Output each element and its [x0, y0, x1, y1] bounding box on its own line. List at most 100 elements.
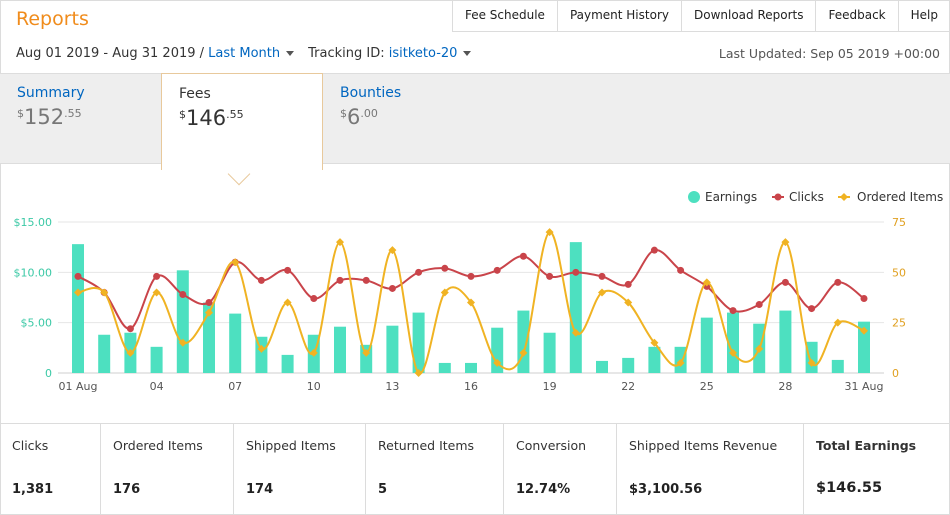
y-left-tick-label: 0 [45, 367, 52, 380]
clicks-line [77, 249, 865, 330]
stat-shipped-items-label: Shipped Items [246, 438, 336, 453]
x-tick-label: 25 [700, 380, 714, 393]
nav-help[interactable]: Help [899, 0, 950, 31]
clicks-point [467, 272, 475, 280]
legend-earnings-label: Earnings [705, 190, 757, 204]
legend-earnings-marker [688, 191, 700, 203]
clicks-point [257, 276, 265, 284]
tab-fees-currency: $ [179, 108, 186, 121]
stat-returned-items-label: Returned Items [378, 438, 475, 453]
clicks-point [310, 295, 318, 303]
tab-fees-amount: $146.55 [179, 106, 322, 130]
tab-fees-label: Fees [179, 86, 211, 102]
date-range-text: Aug 01 2019 - Aug 31 2019 / [16, 46, 205, 61]
earnings-bar [176, 270, 189, 373]
tab-fees[interactable]: Fees $146.55 [161, 73, 323, 170]
clicks-point [834, 278, 842, 286]
clicks-point [126, 325, 134, 333]
clicks-point [860, 295, 868, 303]
earnings-bar [386, 325, 399, 373]
x-tick-label: 19 [543, 380, 557, 393]
report-filters: Aug 01 2019 - Aug 31 2019 / Last Month T… [16, 46, 472, 61]
stat-clicks-label: Clicks [12, 438, 49, 453]
clicks-point [362, 276, 370, 284]
stat-clicks-value: 1,381 [12, 482, 54, 497]
clicks-point [153, 272, 161, 280]
top-nav: Fee Schedule Payment History Download Re… [451, 0, 950, 32]
period-caret-icon[interactable] [286, 51, 295, 56]
x-tick-label: 04 [150, 380, 164, 393]
earnings-bar [700, 317, 713, 373]
clicks-point [336, 276, 344, 284]
clicks-point [755, 301, 763, 309]
clicks-point [624, 280, 632, 288]
legend-ordered-items-marker [840, 193, 848, 201]
nav-download-reports[interactable]: Download Reports [682, 0, 817, 31]
nav-feedback[interactable]: Feedback [816, 0, 899, 31]
clicks-point [441, 264, 449, 272]
stat-shipped-items: Shipped Items 174 [234, 424, 366, 515]
tracking-id-caret-icon[interactable] [463, 51, 472, 56]
y-right-tick-label: 50 [892, 266, 906, 279]
tab-bounties-amount: $6.00 [340, 105, 485, 129]
tracking-id-label: Tracking ID: [308, 46, 385, 61]
clicks-point [388, 284, 396, 292]
clicks-point [781, 278, 789, 286]
earnings-bar [648, 346, 661, 373]
clicks-point [650, 246, 658, 254]
legend-clicks-label: Clicks [789, 190, 824, 204]
stat-total-earnings-value: $146.55 [816, 480, 883, 496]
x-tick-label: 13 [385, 380, 399, 393]
legend-ordered-items-label: Ordered Items [857, 190, 943, 204]
stat-clicks: Clicks 1,381 [0, 424, 101, 515]
nav-fee-schedule[interactable]: Fee Schedule [453, 0, 558, 31]
clicks-point [546, 272, 554, 280]
stat-conversion-label: Conversion [516, 438, 587, 453]
earnings-bar [779, 310, 792, 373]
tab-bounties-cents: .00 [360, 107, 378, 120]
clicks-point [493, 266, 501, 274]
x-tick-label: 22 [621, 380, 635, 393]
tab-bounties-currency: $ [340, 107, 347, 120]
tab-summary[interactable]: Summary $152.55 [0, 73, 162, 164]
clicks-point [677, 266, 685, 274]
stat-total-earnings-label: Total Earnings [816, 438, 917, 453]
clicks-point [284, 266, 292, 274]
stat-conversion: Conversion 12.74% [504, 424, 617, 515]
stat-shipped-items-revenue: Shipped Items Revenue $3,100.56 [617, 424, 804, 515]
stat-ordered-items: Ordered Items 176 [101, 424, 234, 515]
earnings-bar [98, 334, 111, 373]
earnings-bar [596, 360, 608, 373]
nav-payment-history[interactable]: Payment History [558, 0, 682, 31]
earnings-bar [72, 244, 84, 373]
y-left-tick-label: $15.00 [14, 216, 53, 229]
tab-fees-cents: .55 [226, 108, 244, 121]
tab-bounties-label: Bounties [340, 85, 402, 101]
y-right-tick-label: 0 [892, 367, 899, 380]
earnings-bar [622, 357, 635, 373]
y-right-tick-label: 25 [892, 317, 906, 330]
earnings-bar [465, 362, 477, 373]
clicks-point [179, 290, 187, 298]
legend-clicks-marker [774, 193, 782, 201]
clicks-point [808, 305, 816, 313]
tab-summary-dollars: 152 [24, 105, 65, 129]
clicks-point [205, 299, 213, 307]
earnings-bar [517, 310, 530, 373]
clicks-point [729, 307, 737, 315]
last-updated: Last Updated: Sep 05 2019 +00:00 [718, 46, 940, 61]
x-tick-label: 16 [464, 380, 478, 393]
y-right-tick-label: 75 [892, 216, 906, 229]
stat-returned-items: Returned Items 5 [366, 424, 504, 515]
y-left-tick-label: $10.00 [14, 266, 53, 279]
tab-summary-cents: .55 [64, 107, 82, 120]
tracking-id-dropdown[interactable]: isitketo-20 [389, 46, 458, 61]
period-dropdown[interactable]: Last Month [208, 46, 280, 61]
earnings-bar [543, 332, 556, 373]
stat-total-earnings: Total Earnings $146.55 [804, 424, 950, 515]
earnings-bar [438, 362, 451, 373]
x-tick-label: 31 Aug [845, 380, 884, 393]
tab-bounties[interactable]: Bounties $6.00 [323, 73, 485, 164]
clicks-point [598, 272, 606, 280]
earnings-bar [150, 346, 163, 373]
